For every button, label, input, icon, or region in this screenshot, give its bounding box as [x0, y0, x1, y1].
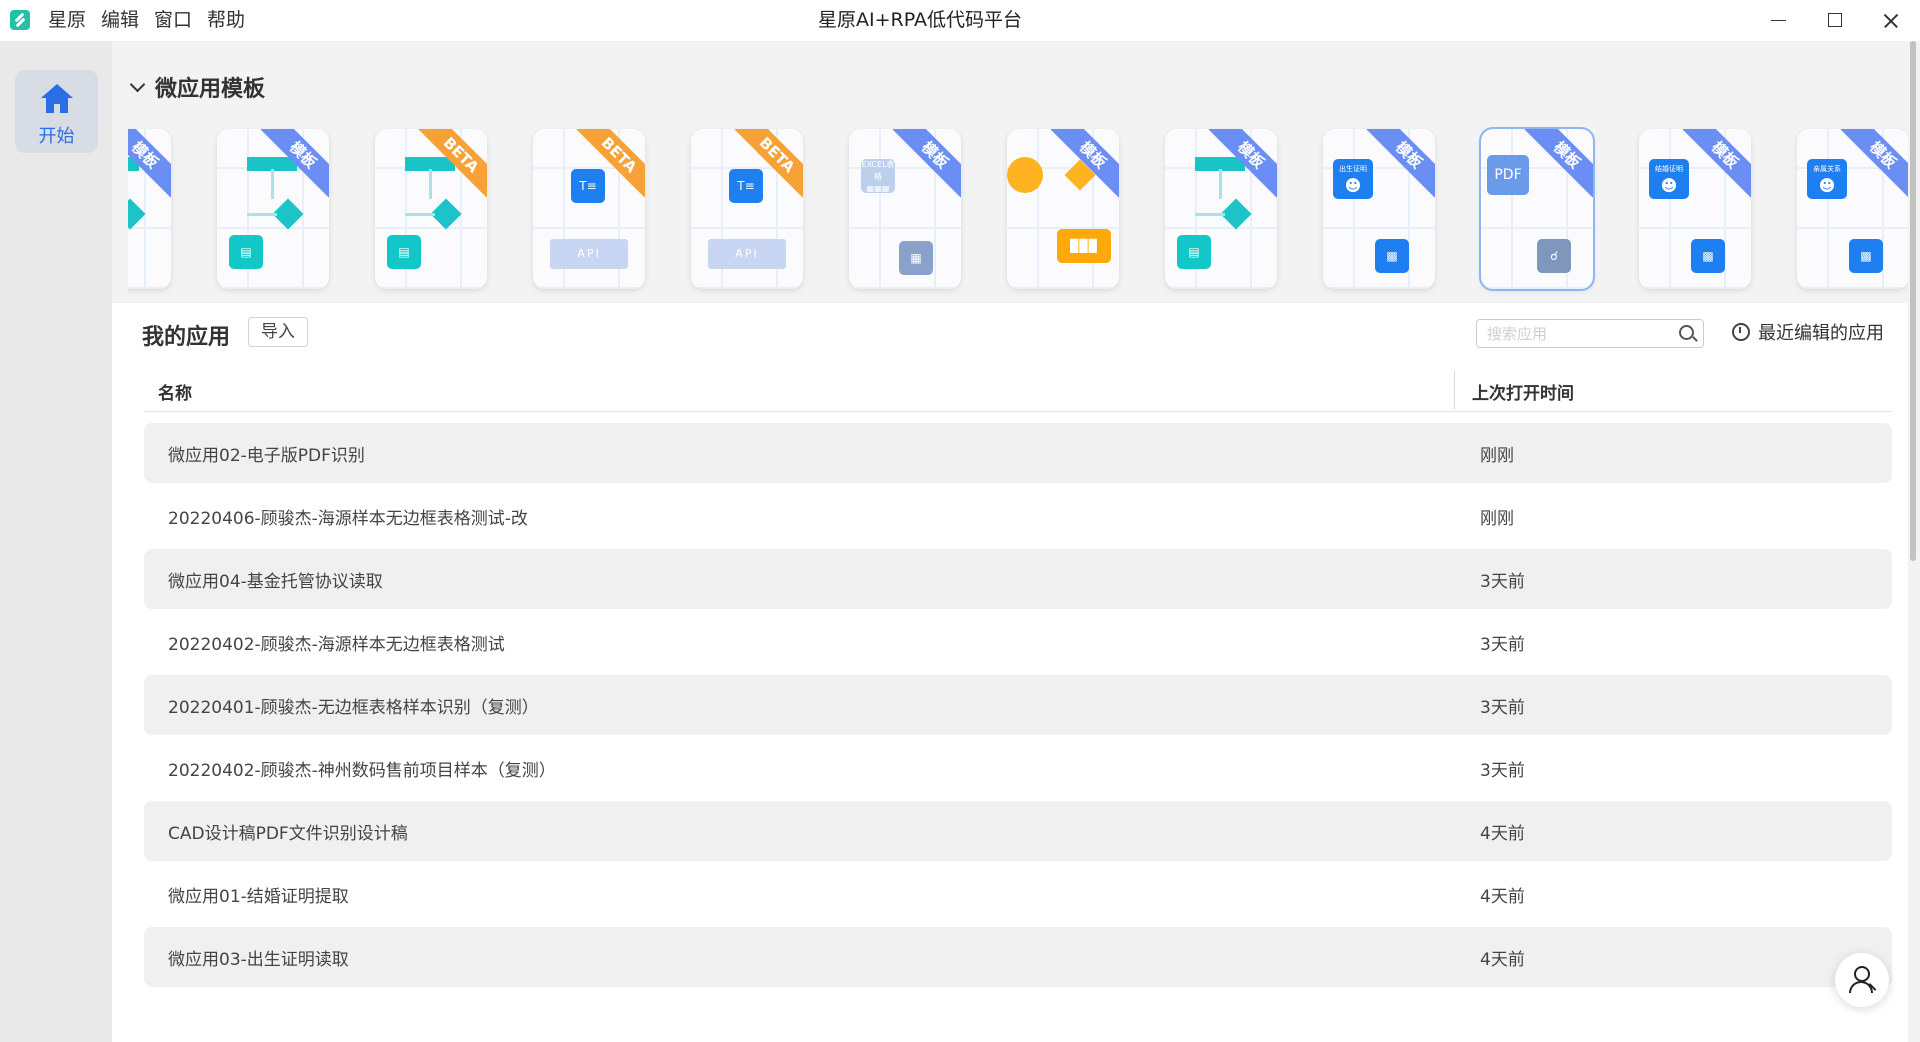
table-icon: T≡ [729, 169, 763, 203]
last-opened-cell: 3天前 [1480, 635, 1525, 655]
document-icon: ▤ [1177, 235, 1211, 269]
id-card-icon: ▩ [1691, 239, 1725, 273]
table-row[interactable]: 20220401-顾骏杰-无边框表格样本识别（复测） 3天前 [144, 675, 1892, 735]
table-row[interactable]: CAD设计稿PDF文件识别设计稿 4天前 [144, 801, 1892, 861]
document-icon: ▤ [387, 235, 421, 269]
table-row[interactable]: 微应用01-结婚证明提取 4天前 [144, 864, 1892, 924]
vertical-scrollbar[interactable] [1910, 41, 1916, 561]
recent-apps-label: 最近编辑的应用 [1758, 323, 1884, 344]
app-name-cell: CAD设计稿PDF文件识别设计稿 [168, 824, 408, 844]
id-card-icon: ▩ [1375, 239, 1409, 273]
my-apps-panel: 我的应用 导入 最近编辑的应用 名称 上次打开时间 微应用02-电子版PDF识别… [112, 303, 1908, 1042]
my-apps-title: 我的应用 [142, 325, 231, 350]
api-box-icon: API [550, 239, 628, 269]
app-name-cell: 20220406-顾骏杰-海源样本无边框表格测试-改 [168, 509, 528, 529]
table-row[interactable]: 20220402-顾骏杰-海源样本无边框表格测试 3天前 [144, 612, 1892, 672]
template-thumbnail: ▤ BETA [375, 129, 487, 289]
table-row[interactable]: 20220406-顾骏杰-海源样本无边框表格测试-改 刚刚 [144, 486, 1892, 546]
last-opened-cell: 刚刚 [1480, 446, 1514, 466]
sidebar: 开始 [0, 41, 112, 1042]
pdf-icon: PDF [1487, 155, 1529, 195]
recent-apps-sort[interactable]: 最近编辑的应用 [1732, 319, 1884, 345]
app-name-cell: 微应用04-基金托管协议读取 [168, 572, 383, 592]
template-thumbnail: ▉▉▉ 模板 [1007, 129, 1119, 289]
table-header: 名称 上次打开时间 [144, 371, 1892, 412]
certificate-icon: 亲属关系 ☻ [1807, 159, 1847, 199]
last-opened-cell: 4天前 [1480, 824, 1525, 844]
table-icon: T≡ [571, 169, 605, 203]
template-thumbnail: 亲属关系 ☻ ▩ 模板 [1797, 129, 1908, 289]
certificate-icon: 出生证明 ☻ [1333, 159, 1373, 199]
template-thumbnail: T≡ API BETA [533, 129, 645, 289]
clock-sort-icon [1732, 323, 1750, 341]
app-name-cell: 20220401-顾骏杰-无边框表格样本识别（复测） [168, 698, 539, 718]
minimize-button[interactable] [1754, 0, 1804, 41]
api-box-icon: API [708, 239, 786, 269]
template-thumbnail: ▤模板 [1165, 129, 1277, 289]
sidebar-item-label: 开始 [38, 126, 75, 147]
flow-line [1219, 169, 1222, 199]
column-divider[interactable] [1454, 371, 1455, 409]
last-opened-cell: 3天前 [1480, 698, 1525, 718]
apps-table-body: 微应用02-电子版PDF识别 刚刚 20220406-顾骏杰-海源样本无边框表格测试… [144, 423, 1892, 990]
app-name-cell: 微应用01-结婚证明提取 [168, 887, 349, 907]
table-row[interactable]: 微应用04-基金托管协议读取 3天前 [144, 549, 1892, 609]
user-icon [1854, 966, 1870, 982]
app-name-cell: 微应用02-电子版PDF识别 [168, 446, 365, 466]
section-title: 微应用模板 [155, 77, 266, 102]
column-header-time[interactable]: 上次打开时间 [1472, 379, 1574, 404]
template-thumbnail: 结婚证明 ☻ ▩ 模板 [1639, 129, 1751, 289]
excel-table-icon: ▦ [899, 241, 933, 275]
template-section-header[interactable]: 微应用模板 [128, 71, 265, 103]
flow-line [1195, 213, 1225, 216]
last-opened-cell: 3天前 [1480, 572, 1525, 592]
template-thumbnail: ▤模板 [217, 129, 329, 289]
certificate-icon: 结婚证明 ☻ [1649, 159, 1689, 199]
template-thumbnail: ▤模板 [128, 129, 171, 289]
search-box [1476, 319, 1704, 348]
main-content: 微应用模板 ▤模板说明书读取▤模板PDF扫描件转Word、Excel▤BETA[… [112, 41, 1908, 1042]
document-icon: ▤ [229, 235, 263, 269]
template-thumbnail: PDF ☌ 模板 [1479, 127, 1595, 291]
id-card-icon: ▩ [1849, 239, 1883, 273]
app-name-cell: 20220402-顾骏杰-海源样本无边框表格测试 [168, 635, 505, 655]
template-thumbnail: EXCEL表格 ▦▦▦ ▦ 模板 [849, 129, 961, 289]
app-name-cell: 微应用03-出生证明读取 [168, 950, 349, 970]
close-button[interactable] [1866, 0, 1916, 41]
last-opened-cell: 3天前 [1480, 761, 1525, 781]
circle-shape [1007, 157, 1043, 193]
flow-line [271, 169, 274, 199]
last-opened-cell: 刚刚 [1480, 509, 1514, 529]
import-button[interactable]: 导入 [248, 317, 308, 347]
title-bar: 星原 编辑 窗口 帮助 星原AI+RPA低代码平台 [0, 0, 1920, 41]
search-icon[interactable] [1679, 325, 1694, 340]
app-name-cell: 20220402-顾骏杰-神州数码售前项目样本（复测） [168, 761, 556, 781]
table-row[interactable]: 微应用02-电子版PDF识别 刚刚 [144, 423, 1892, 483]
chevron-down-icon [129, 76, 146, 93]
template-thumbnail: T≡ API BETA [691, 129, 803, 289]
table-row[interactable]: 20220402-顾骏杰-神州数码售前项目样本（复测） 3天前 [144, 738, 1892, 798]
flow-line [247, 213, 277, 216]
excel-icon: EXCEL表格 ▦▦▦ [861, 159, 895, 193]
search-input[interactable] [1485, 323, 1669, 345]
sidebar-item-home[interactable]: 开始 [15, 70, 98, 153]
home-icon [41, 84, 73, 113]
bar-chart-icon: ▉▉▉ [1057, 229, 1111, 263]
user-profile-button[interactable] [1835, 953, 1889, 1007]
window-title: 星原AI+RPA低代码平台 [818, 9, 1022, 31]
flow-line [429, 169, 432, 199]
maximize-button[interactable] [1810, 0, 1860, 41]
table-row[interactable]: 微应用03-出生证明读取 4天前 [144, 927, 1892, 987]
template-thumbnail: 出生证明 ☻ ▩ 模板 [1323, 129, 1435, 289]
last-opened-cell: 4天前 [1480, 887, 1525, 907]
pdf-search-icon: ☌ [1537, 239, 1571, 273]
flow-line [405, 213, 435, 216]
column-header-name[interactable]: 名称 [158, 379, 192, 404]
last-opened-cell: 4天前 [1480, 950, 1525, 970]
